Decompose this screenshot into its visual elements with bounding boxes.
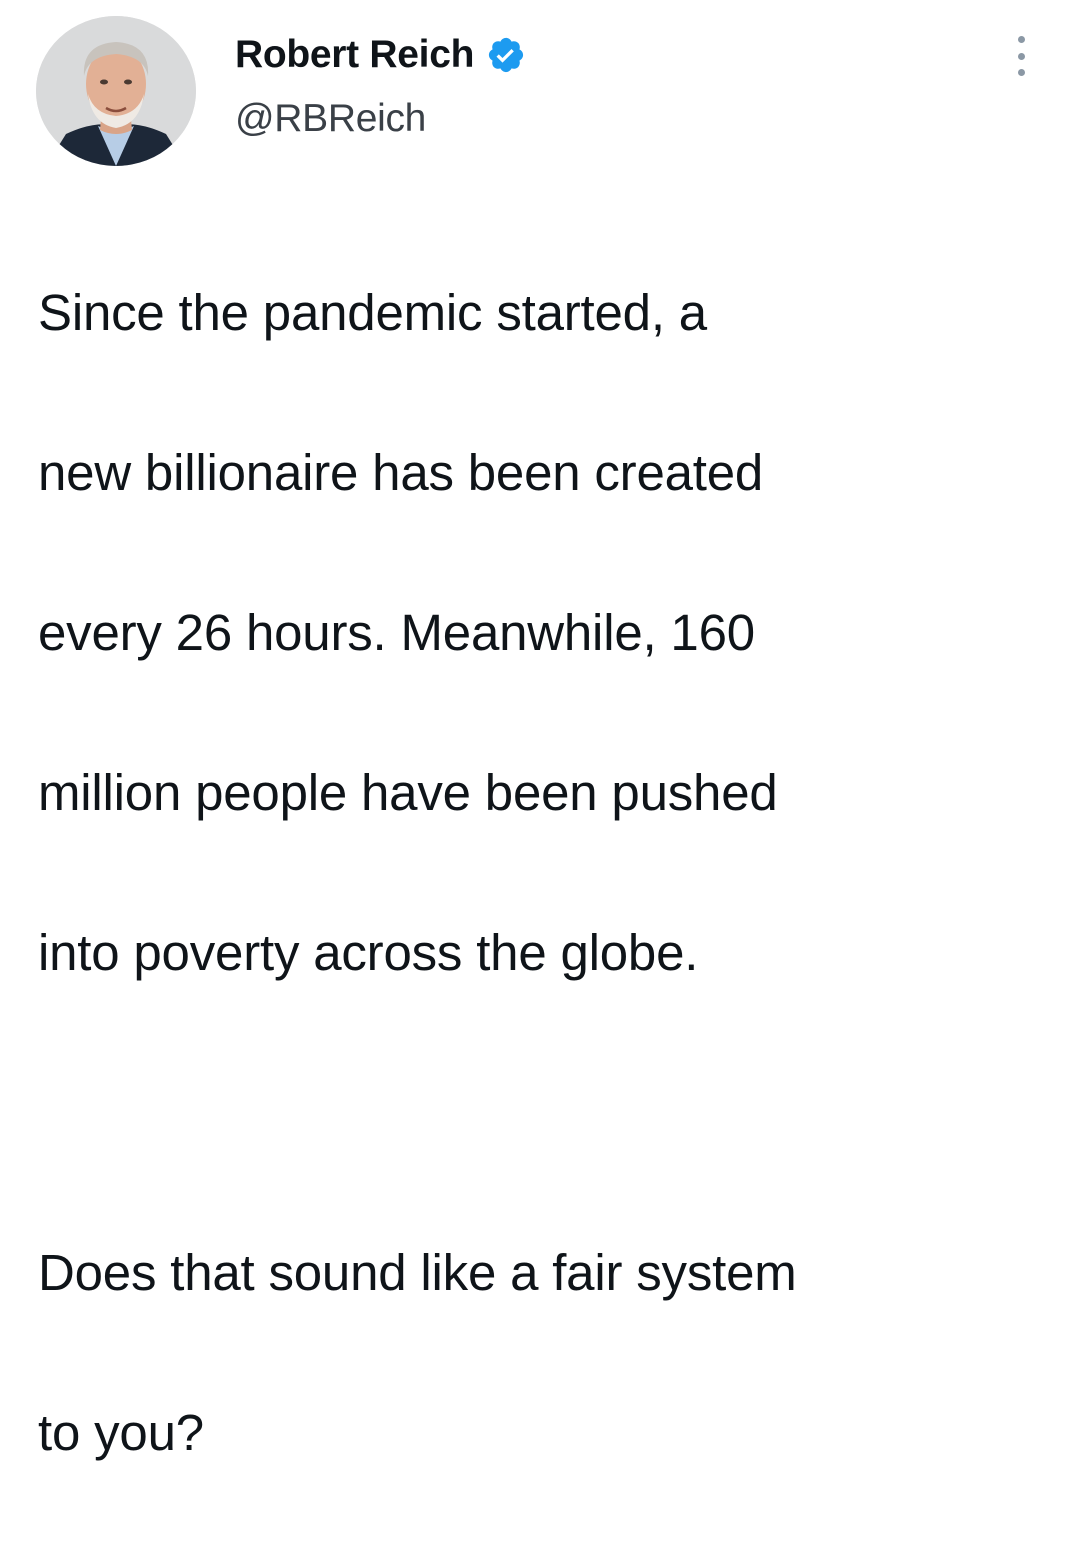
- author-name-row: Robert Reich: [235, 30, 526, 80]
- tweet-card: Robert Reich @RBReich Since the pandemic…: [0, 0, 1080, 1461]
- tweet-text-line: new billionaire has been created: [38, 444, 764, 501]
- tweet-text-line: Since the pandemic started, a: [38, 284, 707, 341]
- avatar-photo-icon: [36, 16, 196, 166]
- tweet-text-blank-line: [38, 1073, 1048, 1153]
- menu-dot: [1017, 36, 1025, 43]
- author-display-name[interactable]: Robert Reich: [235, 33, 474, 77]
- tweet-text-line: into poverty across the globe.: [38, 924, 699, 981]
- menu-dot: [1017, 69, 1025, 76]
- tweet-text-line: every 26 hours. Meanwhile, 160: [38, 604, 755, 661]
- author-handle[interactable]: @RBReich: [235, 97, 426, 141]
- author-avatar[interactable]: [36, 16, 196, 166]
- tweet-text: Since the pandemic started, a new billio…: [38, 193, 1048, 1553]
- tweet-text-line: Does that sound like a fair system: [38, 1244, 797, 1301]
- more-options-icon[interactable]: [1008, 36, 1034, 76]
- verified-badge-icon: [489, 37, 524, 73]
- tweet-text-line: million people have been pushed: [38, 764, 778, 821]
- tweet-text-line: to you?: [38, 1404, 204, 1461]
- menu-dot: [1017, 52, 1025, 60]
